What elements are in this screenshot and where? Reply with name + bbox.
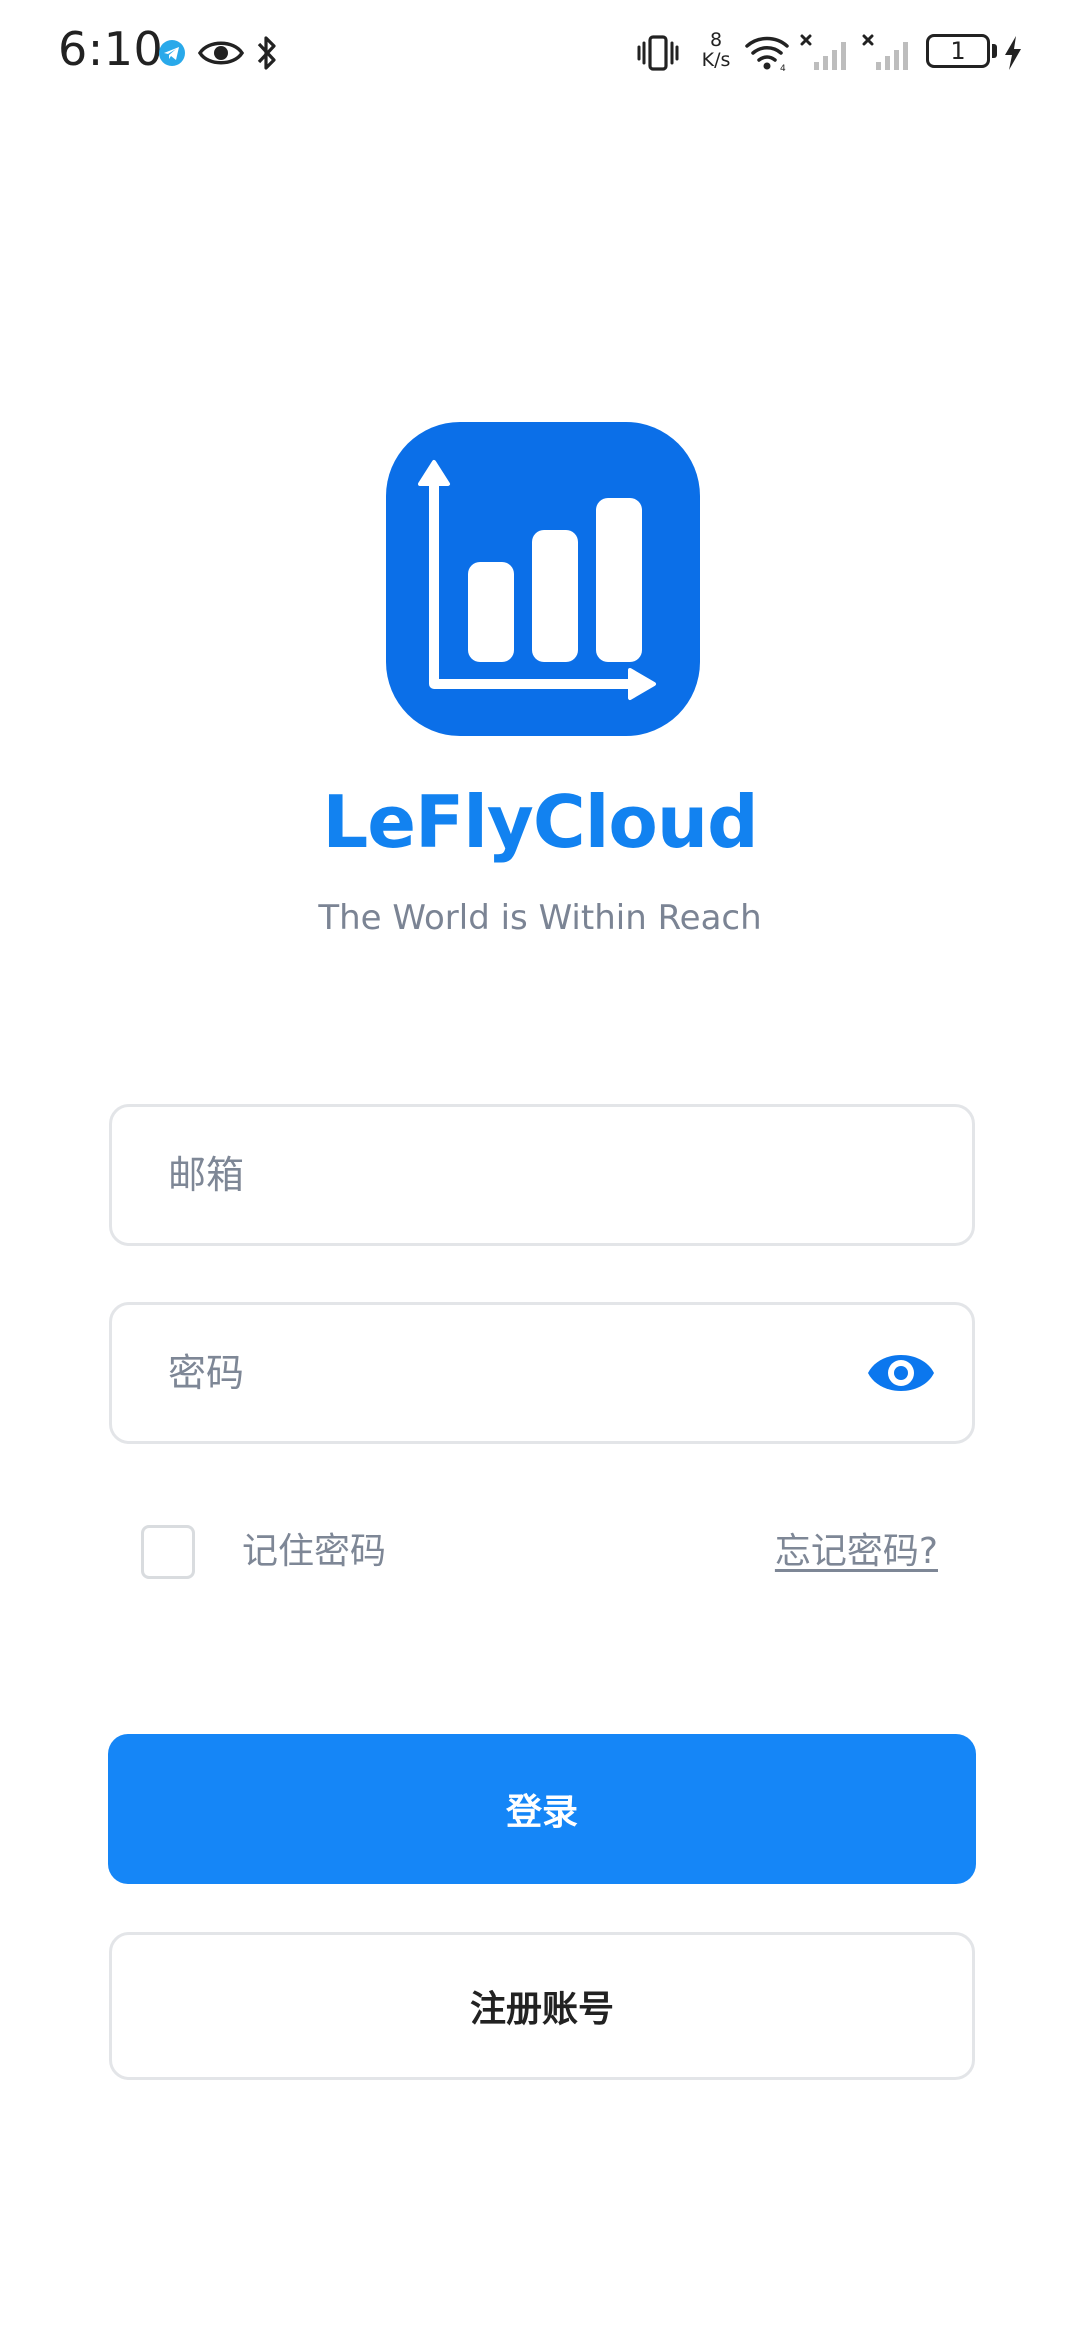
network-speed: 8 K/s bbox=[696, 30, 736, 70]
svg-text:4: 4 bbox=[780, 64, 786, 72]
battery-tip bbox=[992, 44, 997, 58]
eye-icon bbox=[198, 41, 244, 65]
login-button[interactable]: 登录 bbox=[108, 1734, 976, 1884]
signal-icon bbox=[862, 34, 908, 70]
login-screen: 6:10 8 K/s 4 1 LeFlyCloud The World is W… bbox=[0, 0, 1080, 2340]
vibrate-icon bbox=[637, 35, 679, 71]
remember-password-label: 记住密码 bbox=[242, 1531, 387, 1572]
password-input[interactable] bbox=[168, 1305, 868, 1441]
password-field[interactable] bbox=[109, 1302, 975, 1444]
network-speed-unit: K/s bbox=[701, 49, 731, 71]
eye-icon[interactable] bbox=[866, 1345, 936, 1401]
status-bar: 6:10 8 K/s 4 1 bbox=[0, 0, 1080, 110]
register-button[interactable]: 注册账号 bbox=[109, 1932, 975, 2080]
email-field[interactable] bbox=[109, 1104, 975, 1246]
app-slogan: The World is Within Reach bbox=[318, 898, 762, 938]
remember-password-checkbox[interactable] bbox=[141, 1525, 195, 1579]
battery-icon: 1 bbox=[926, 34, 990, 68]
app-title: LeFlyCloud bbox=[322, 780, 758, 864]
bluetooth-icon bbox=[257, 36, 276, 70]
email-input[interactable] bbox=[168, 1107, 868, 1243]
network-speed-value: 8 bbox=[709, 29, 723, 51]
bar-chart-icon bbox=[386, 422, 700, 736]
charging-icon bbox=[1005, 36, 1021, 70]
status-time: 6:10 bbox=[58, 22, 164, 76]
forgot-password-link[interactable]: 忘记密码? bbox=[775, 1529, 938, 1575]
signal-icon bbox=[800, 34, 846, 70]
telegram-icon bbox=[159, 40, 185, 66]
wifi-icon: 4 bbox=[745, 36, 789, 72]
